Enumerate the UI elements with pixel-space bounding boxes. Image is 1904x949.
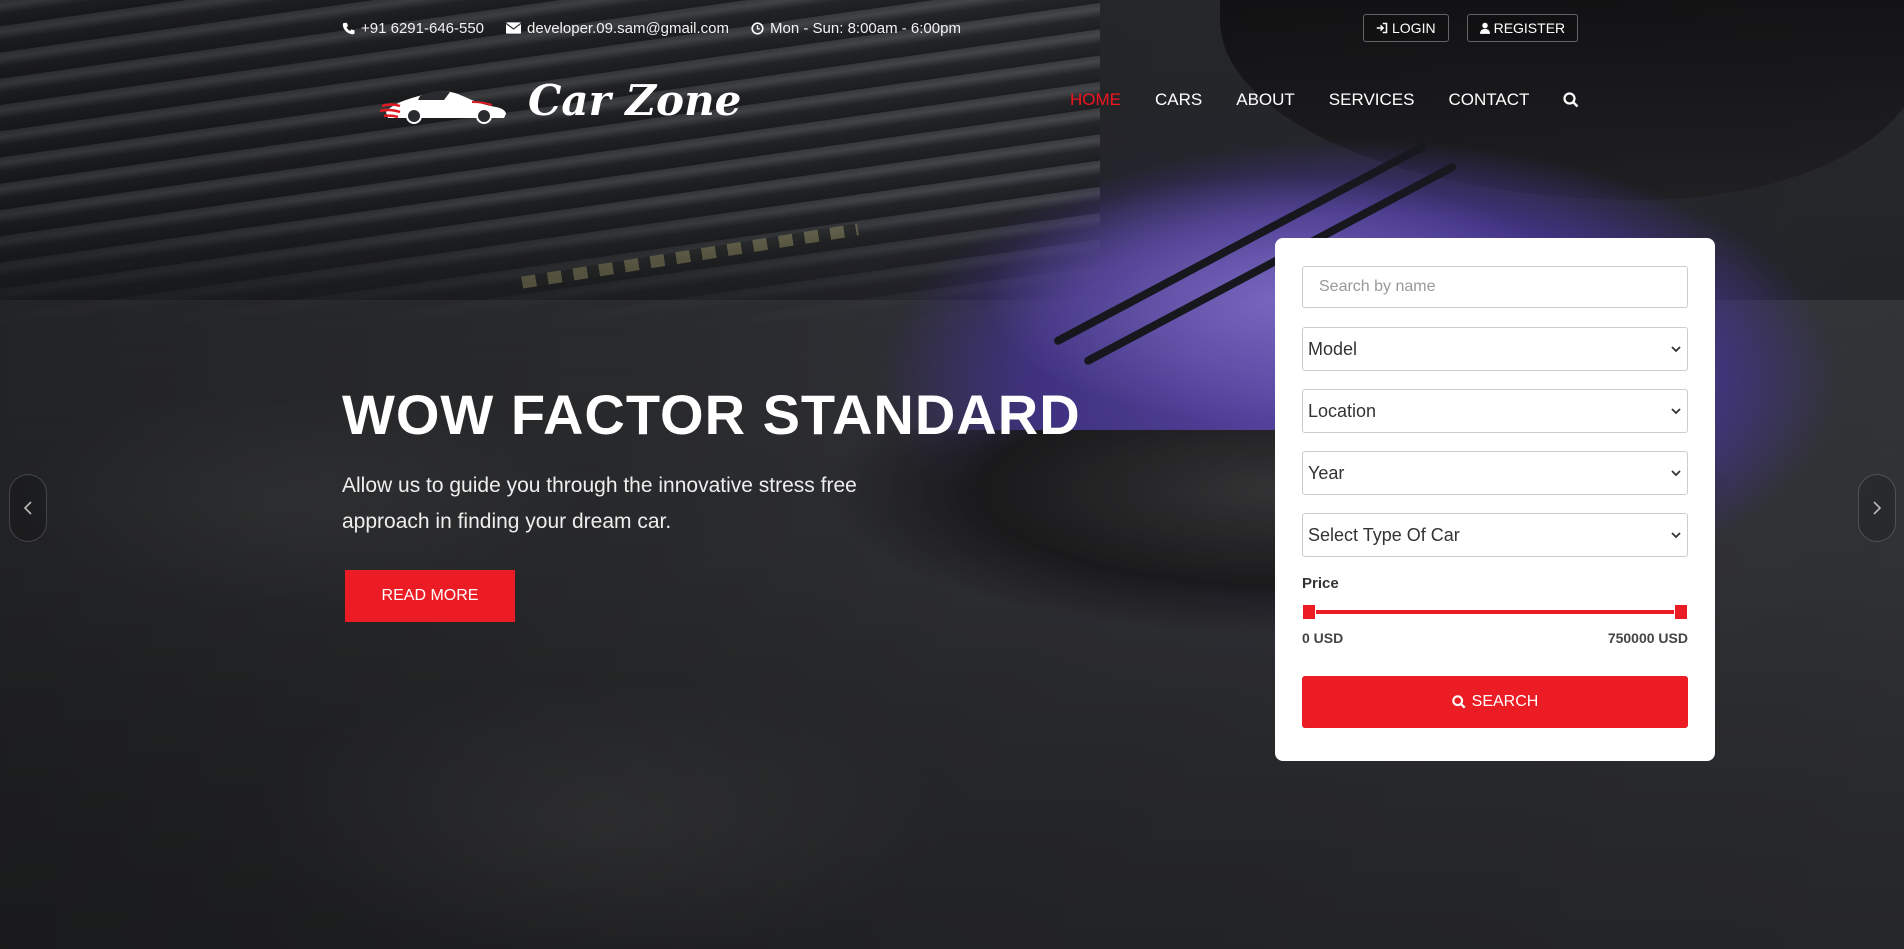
year-select-value: Year	[1308, 462, 1345, 483]
chevron-down-icon	[1671, 470, 1681, 477]
register-button[interactable]: REGISTER	[1466, 14, 1579, 42]
carousel-prev-button[interactable]	[9, 474, 47, 542]
price-min-value: 0 USD	[1302, 630, 1344, 646]
phone-icon	[342, 22, 355, 34]
chevron-left-icon	[23, 501, 32, 515]
model-select[interactable]: Model	[1302, 327, 1688, 371]
topbar-phone[interactable]: +91 6291-646-550	[342, 20, 484, 37]
year-select[interactable]: Year	[1302, 451, 1688, 495]
chevron-right-icon	[1873, 501, 1882, 515]
login-button[interactable]: LOGIN	[1363, 14, 1449, 42]
search-icon	[1451, 695, 1466, 709]
nav-services[interactable]: SERVICES	[1329, 90, 1415, 110]
location-select-value: Location	[1308, 400, 1377, 421]
brand-name: Car Zone	[528, 76, 742, 125]
nav-about[interactable]: ABOUT	[1236, 90, 1295, 110]
nav-contact[interactable]: CONTACT	[1448, 90, 1529, 110]
brand-logo[interactable]: Car Zone	[380, 76, 741, 125]
chevron-down-icon	[1671, 346, 1681, 353]
price-min-handle[interactable]	[1302, 604, 1316, 620]
auth-buttons: LOGIN REGISTER	[1363, 14, 1579, 42]
price-range-slider[interactable]	[1302, 604, 1688, 620]
search-input[interactable]: Search by name	[1302, 266, 1688, 308]
car-logo-icon	[380, 90, 506, 124]
price-slider-track	[1308, 610, 1682, 614]
hero-subtitle: Allow us to guide you through the innova…	[342, 474, 857, 533]
model-select-value: Model	[1308, 338, 1358, 359]
location-select[interactable]: Location	[1302, 389, 1688, 433]
read-more-button[interactable]: READ MORE	[345, 570, 515, 622]
price-max-handle[interactable]	[1674, 604, 1688, 620]
nav-search-button[interactable]	[1563, 92, 1579, 108]
opening-hours: Mon - Sun: 8:00am - 6:00pm	[770, 19, 961, 37]
search-icon	[1563, 92, 1579, 108]
price-range-values: 0 USD 750000 USD	[1302, 630, 1688, 646]
clock-icon	[751, 21, 764, 35]
price-max-value: 750000 USD	[1607, 630, 1688, 646]
envelope-icon	[506, 22, 522, 34]
nav-cars[interactable]: CARS	[1155, 90, 1202, 110]
nav-home[interactable]: HOME	[1070, 90, 1121, 110]
topbar-email[interactable]: developer.09.sam@gmail.com	[506, 20, 729, 37]
register-label: REGISTER	[1493, 20, 1566, 36]
login-label: LOGIN	[1392, 20, 1436, 36]
carousel-next-button[interactable]	[1858, 474, 1896, 542]
chevron-down-icon	[1671, 408, 1681, 415]
price-label: Price	[1302, 575, 1339, 592]
search-button[interactable]: SEARCH	[1302, 676, 1688, 728]
hero-title: WOW FACTOR STANDARD	[342, 383, 1081, 446]
car-type-select-value: Select Type Of Car	[1308, 524, 1460, 545]
search-button-label: SEARCH	[1471, 693, 1539, 710]
topbar-hours: Mon - Sun: 8:00am - 6:00pm	[751, 20, 961, 37]
car-search-panel: Search by name Model Location Year Selec…	[1275, 238, 1715, 761]
main-nav: HOME CARS ABOUT SERVICES CONTACT	[1070, 90, 1579, 110]
search-placeholder: Search by name	[1319, 278, 1436, 295]
car-type-select[interactable]: Select Type Of Car	[1302, 513, 1688, 557]
chevron-down-icon	[1671, 532, 1681, 539]
phone-number: +91 6291-646-550	[361, 19, 485, 37]
sign-in-icon	[1376, 22, 1388, 34]
user-icon	[1479, 22, 1490, 34]
email-address: developer.09.sam@gmail.com	[527, 19, 730, 37]
